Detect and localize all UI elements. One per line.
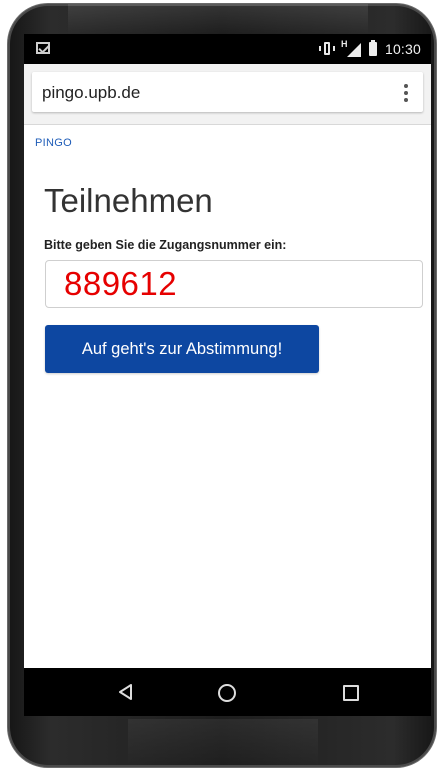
browser-toolbar: pingo.upb.de xyxy=(24,64,431,125)
status-icons: H 10:30 xyxy=(318,39,421,57)
phone-gloss-bottom xyxy=(128,719,318,767)
phone-frame: H 10:30 pingo.upb.de PINGO Teilnehmen Bi… xyxy=(8,4,436,767)
status-bar: H 10:30 xyxy=(24,34,431,64)
battery-icon xyxy=(368,40,377,56)
vibrate-icon xyxy=(318,42,335,56)
url-text[interactable]: pingo.upb.de xyxy=(42,83,140,103)
status-time: 10:30 xyxy=(384,41,421,57)
gmail-icon xyxy=(36,42,50,54)
navigation-bar xyxy=(24,668,431,716)
access-code-label: Bitte geben Sie die Zugangsnummer ein: xyxy=(44,238,287,252)
submit-vote-button[interactable]: Auf geht's zur Abstimmung! xyxy=(45,325,319,373)
access-code-input[interactable]: 889612 xyxy=(45,260,423,308)
pingo-home-link[interactable]: PINGO xyxy=(35,137,72,149)
address-bar[interactable]: pingo.upb.de xyxy=(32,72,423,112)
more-vert-icon[interactable] xyxy=(397,82,415,104)
page-title: Teilnehmen xyxy=(44,182,213,219)
phone-gloss xyxy=(68,4,368,34)
home-icon[interactable] xyxy=(218,684,236,702)
signal-icon: H xyxy=(341,39,361,57)
back-icon[interactable] xyxy=(118,684,134,700)
access-code-value[interactable]: 889612 xyxy=(64,265,177,303)
phone-screen: H 10:30 pingo.upb.de PINGO Teilnehmen Bi… xyxy=(24,34,431,716)
recents-icon[interactable] xyxy=(343,685,359,701)
